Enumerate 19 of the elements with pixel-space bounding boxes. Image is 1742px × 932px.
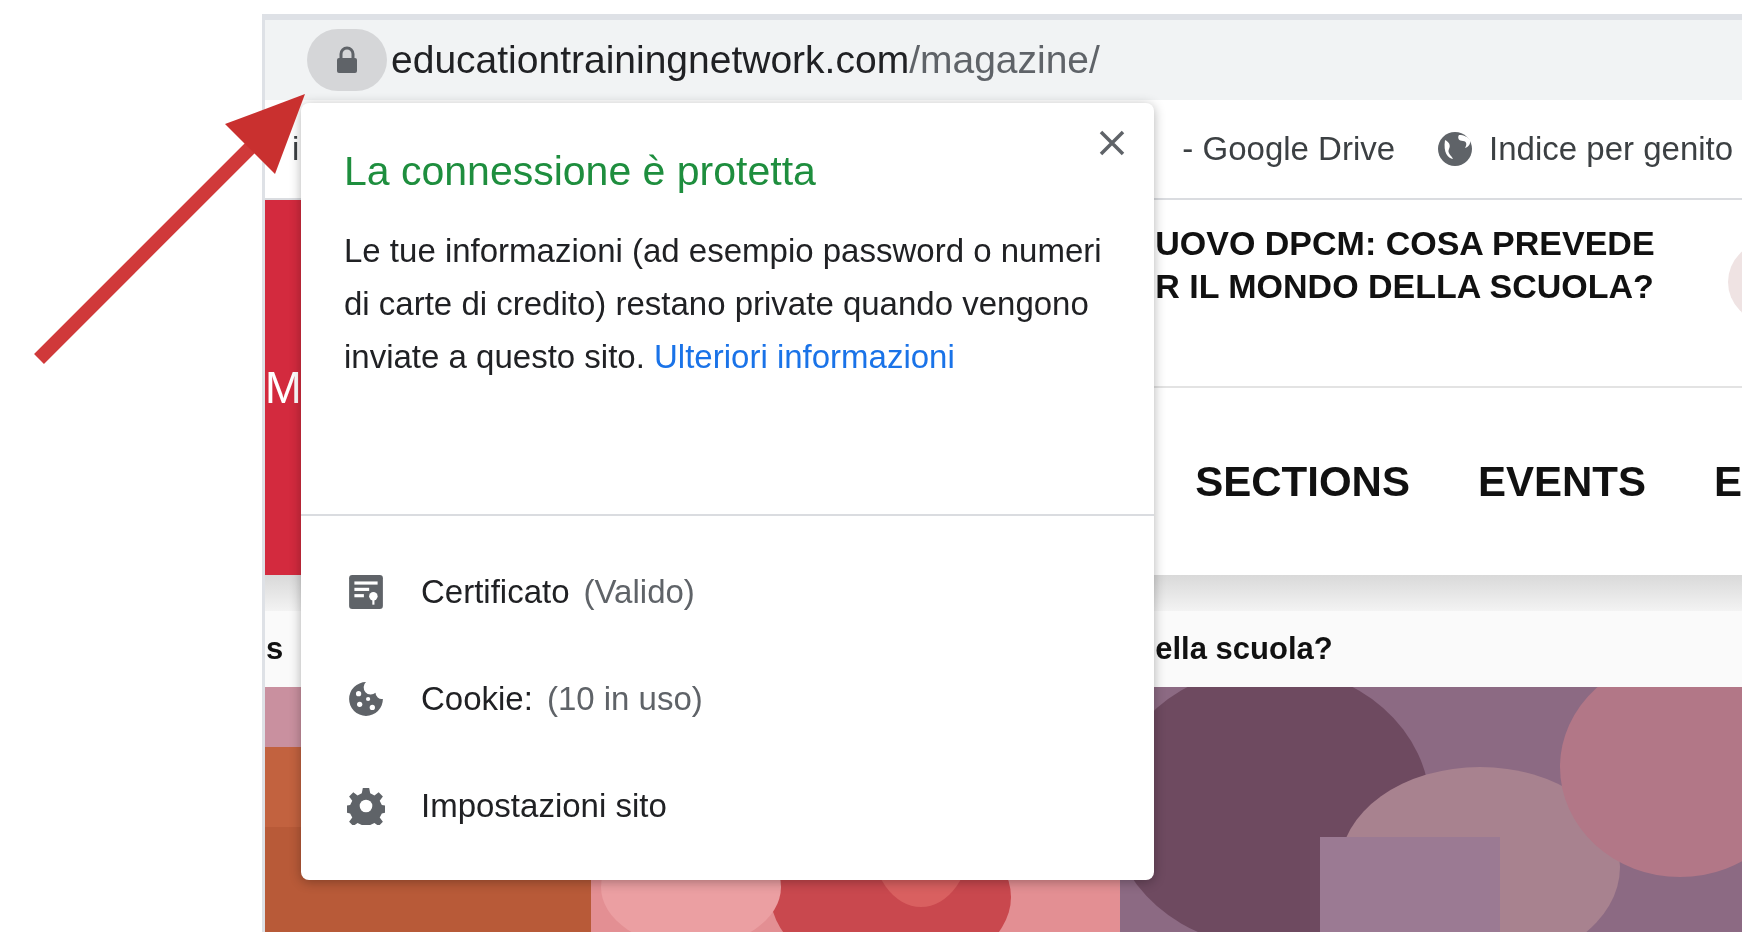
close-icon [1098, 129, 1126, 157]
nav-link[interactable]: E [1714, 450, 1742, 513]
bookmark[interactable]: i [292, 124, 300, 174]
nav-link[interactable]: EVENTS [1477, 450, 1646, 513]
bookmark[interactable]: - Google Drive [1182, 124, 1396, 174]
popup-description: Le tue informazioni (ad esempio password o numeri di carte di credito) restano private quando vengono inviate a questo sito. Ulteriori informazioni [344, 231, 1103, 378]
certificate-icon [347, 572, 385, 611]
bookmark[interactable]: Indice per genito [1437, 124, 1734, 174]
headline-text[interactable]: UOVO DPCM: COSA PREVEDE [1155, 222, 1655, 265]
globe-icon [1437, 131, 1474, 167]
lock-icon [336, 46, 358, 74]
ticker-text[interactable]: s [266, 625, 284, 673]
nav-link[interactable]: SECTIONS [1195, 450, 1410, 513]
popup-menu-item[interactable]: Cookie: (10 in uso) [301, 645, 1154, 752]
headline-text[interactable]: R IL MONDO DELLA SCUOLA? [1155, 265, 1654, 308]
learn-more-link[interactable]: Ulteriori informazioni [654, 338, 955, 376]
popup-title: La connessione è protetta [344, 147, 817, 196]
popup-menu-item[interactable]: Certificato (Valido) [301, 538, 1154, 645]
ticker-text[interactable]: ella scuola? [1155, 625, 1333, 673]
